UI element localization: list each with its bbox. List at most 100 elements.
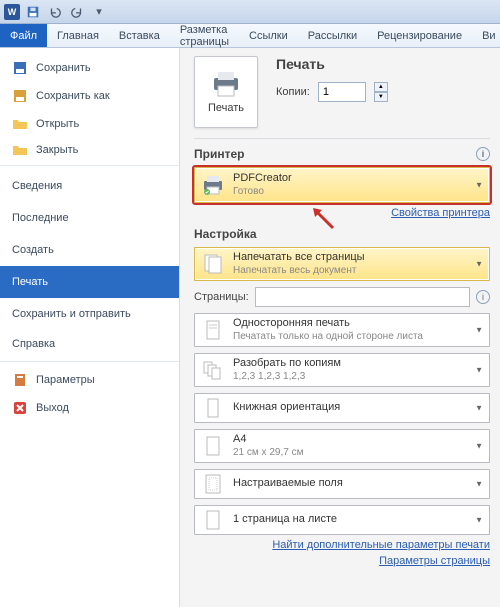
pages-icon (201, 252, 225, 276)
dropdown-sub: Печатать только на одной стороне листа (233, 331, 423, 343)
sheets-dropdown[interactable]: 1 страница на листе ▼ (194, 505, 490, 535)
chevron-down-icon: ▼ (475, 181, 483, 190)
sidebar-item-label: Последние (12, 212, 69, 224)
tab-file[interactable]: Файл (0, 24, 47, 47)
redo-icon[interactable] (68, 3, 86, 21)
print-button[interactable]: Печать (194, 56, 258, 128)
sidebar-item-close[interactable]: Закрыть (0, 138, 179, 166)
tab-references[interactable]: Ссылки (239, 24, 298, 47)
printer-dropdown[interactable]: PDFCreator Готово ▼ (194, 167, 490, 203)
dropdown-title: Настраиваемые поля (233, 477, 343, 490)
printer-icon (210, 70, 242, 98)
sidebar-item-print[interactable]: Печать (0, 266, 179, 298)
sidebar-item-share[interactable]: Сохранить и отправить (0, 298, 179, 330)
folder-open-icon (12, 116, 28, 132)
sidebar-item-label: Справка (12, 338, 55, 350)
sidebar-item-label: Печать (12, 276, 48, 288)
margins-icon (201, 472, 225, 496)
chevron-down-icon: ▼ (475, 326, 483, 335)
sidebar-item-label: Сохранить и отправить (12, 308, 131, 320)
copies-up[interactable]: ▲ (374, 82, 388, 92)
pages-label: Страницы: (194, 291, 249, 303)
printer-icon (201, 173, 225, 197)
divider (194, 138, 490, 139)
chevron-down-icon: ▼ (475, 260, 483, 269)
tab-mailings[interactable]: Рассылки (298, 24, 367, 47)
dropdown-title: Книжная ориентация (233, 401, 340, 414)
app-icon: W (4, 4, 20, 20)
printer-properties-link[interactable]: Свойства принтера (194, 207, 490, 219)
settings-heading: Настройка (194, 227, 257, 241)
printer-name: PDFCreator (233, 172, 292, 185)
sidebar-item-label: Создать (12, 244, 54, 256)
save-as-icon (12, 88, 28, 104)
sidebar-item-label: Выход (36, 402, 69, 414)
duplex-dropdown[interactable]: Односторонняя печать Печатать только на … (194, 313, 490, 347)
margins-dropdown[interactable]: Настраиваемые поля ▼ (194, 469, 490, 499)
dropdown-sub: 1,2,3 1,2,3 1,2,3 (233, 371, 341, 383)
sidebar-item-label: Сохранить как (36, 90, 110, 102)
folder-close-icon (12, 142, 28, 158)
portrait-icon (201, 396, 225, 420)
copies-spinner: ▲ ▼ (374, 82, 388, 102)
more-print-options-link[interactable]: Найти дополнительные параметры печати (194, 539, 490, 551)
print-button-label: Печать (208, 102, 244, 114)
printer-heading: Принтер (194, 147, 244, 161)
paper-dropdown[interactable]: A4 21 см x 29,7 см ▼ (194, 429, 490, 463)
sidebar-item-info[interactable]: Сведения (0, 170, 179, 202)
dropdown-title: 1 страница на листе (233, 513, 337, 526)
info-icon[interactable]: i (476, 147, 490, 161)
sidebar-item-label: Открыть (36, 118, 79, 130)
sidebar-item-recent[interactable]: Последние (0, 202, 179, 234)
collate-icon (201, 358, 225, 382)
print-panel: Печать Печать Копии: ▲ ▼ Принтер i (180, 48, 500, 607)
sidebar-item-exit[interactable]: Выход (0, 394, 179, 422)
dropdown-sub: Напечатать весь документ (233, 265, 365, 277)
page-single-icon (201, 318, 225, 342)
tab-view[interactable]: Ви (472, 24, 500, 47)
copies-input[interactable] (318, 82, 366, 102)
sheet-icon (201, 508, 225, 532)
collate-dropdown[interactable]: Разобрать по копиям 1,2,3 1,2,3 1,2,3 ▼ (194, 353, 490, 387)
sidebar-item-label: Сведения (12, 180, 62, 192)
ribbon-tabs: Файл Главная Вставка Разметка страницы С… (0, 24, 500, 48)
chevron-down-icon: ▼ (475, 366, 483, 375)
save-icon[interactable] (24, 3, 42, 21)
chevron-down-icon: ▼ (475, 404, 483, 413)
paper-icon (201, 434, 225, 458)
copies-down[interactable]: ▼ (374, 92, 388, 102)
print-heading: Печать (276, 56, 388, 72)
dropdown-title: Односторонняя печать (233, 317, 423, 330)
undo-icon[interactable] (46, 3, 64, 21)
dropdown-sub: 21 см x 29,7 см (233, 447, 303, 459)
info-icon[interactable]: i (476, 290, 490, 304)
sidebar-item-save[interactable]: Сохранить (0, 54, 179, 82)
backstage-sidebar: Сохранить Сохранить как Открыть Закрыть … (0, 48, 180, 607)
dropdown-title: A4 (233, 433, 303, 446)
chevron-down-icon: ▼ (475, 516, 483, 525)
sidebar-item-label: Закрыть (36, 144, 78, 156)
chevron-down-icon: ▼ (475, 442, 483, 451)
sidebar-item-label: Сохранить (36, 62, 91, 74)
sidebar-item-save-as[interactable]: Сохранить как (0, 82, 179, 110)
title-bar: W ▾ (0, 0, 500, 24)
dropdown-title: Разобрать по копиям (233, 357, 341, 370)
sidebar-item-create[interactable]: Создать (0, 234, 179, 266)
page-setup-link[interactable]: Параметры страницы (194, 555, 490, 567)
pages-scope-dropdown[interactable]: Напечатать все страницы Напечатать весь … (194, 247, 490, 281)
tab-home[interactable]: Главная (47, 24, 109, 47)
tab-review[interactable]: Рецензирование (367, 24, 472, 47)
qat-dropdown-icon[interactable]: ▾ (90, 3, 108, 21)
chevron-down-icon: ▼ (475, 480, 483, 489)
tab-layout[interactable]: Разметка страницы (170, 24, 239, 47)
orientation-dropdown[interactable]: Книжная ориентация ▼ (194, 393, 490, 423)
sidebar-item-options[interactable]: Параметры (0, 366, 179, 394)
sidebar-item-open[interactable]: Открыть (0, 110, 179, 138)
pages-input[interactable] (255, 287, 470, 307)
options-icon (12, 372, 28, 388)
exit-icon (12, 400, 28, 416)
sidebar-item-help[interactable]: Справка (0, 330, 179, 362)
tab-insert[interactable]: Вставка (109, 24, 170, 47)
printer-status: Готово (233, 186, 292, 198)
dropdown-title: Напечатать все страницы (233, 251, 365, 264)
